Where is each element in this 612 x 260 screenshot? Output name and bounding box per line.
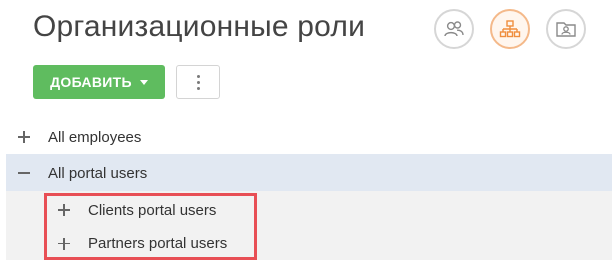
org-structure-view-icon [499, 20, 521, 38]
expand-plus-icon[interactable] [56, 202, 72, 218]
tree-item-all-portal-users[interactable]: All portal users [6, 154, 612, 192]
collapse-minus-icon[interactable] [16, 165, 32, 181]
vertical-dots-icon [196, 74, 200, 90]
tree-item-label: All portal users [48, 164, 148, 182]
tree-item-partners-portal-users[interactable]: Partners portal users [6, 227, 612, 260]
add-button[interactable]: ДОБАВИТЬ [33, 65, 165, 99]
page-title: Организационные роли [33, 10, 366, 43]
portal-view-icon [556, 22, 576, 37]
employees-view-button[interactable] [434, 9, 474, 49]
expand-plus-icon[interactable] [16, 129, 32, 145]
tree-item-all-employees[interactable]: All employees [6, 118, 612, 156]
tree-item-label: All employees [48, 128, 142, 146]
expand-plus-icon[interactable] [56, 236, 72, 252]
add-button-label: ДОБАВИТЬ [50, 74, 132, 90]
more-actions-button[interactable] [176, 65, 220, 99]
employees-view-icon [444, 21, 464, 37]
portal-view-button[interactable] [546, 9, 586, 49]
tree-item-label: Partners portal users [88, 235, 228, 252]
tree-item-clients-portal-users[interactable]: Clients portal users [6, 191, 612, 229]
tree-item-label: Clients portal users [88, 201, 217, 219]
chevron-down-icon [139, 80, 148, 85]
org-structure-view-button[interactable] [490, 9, 530, 49]
